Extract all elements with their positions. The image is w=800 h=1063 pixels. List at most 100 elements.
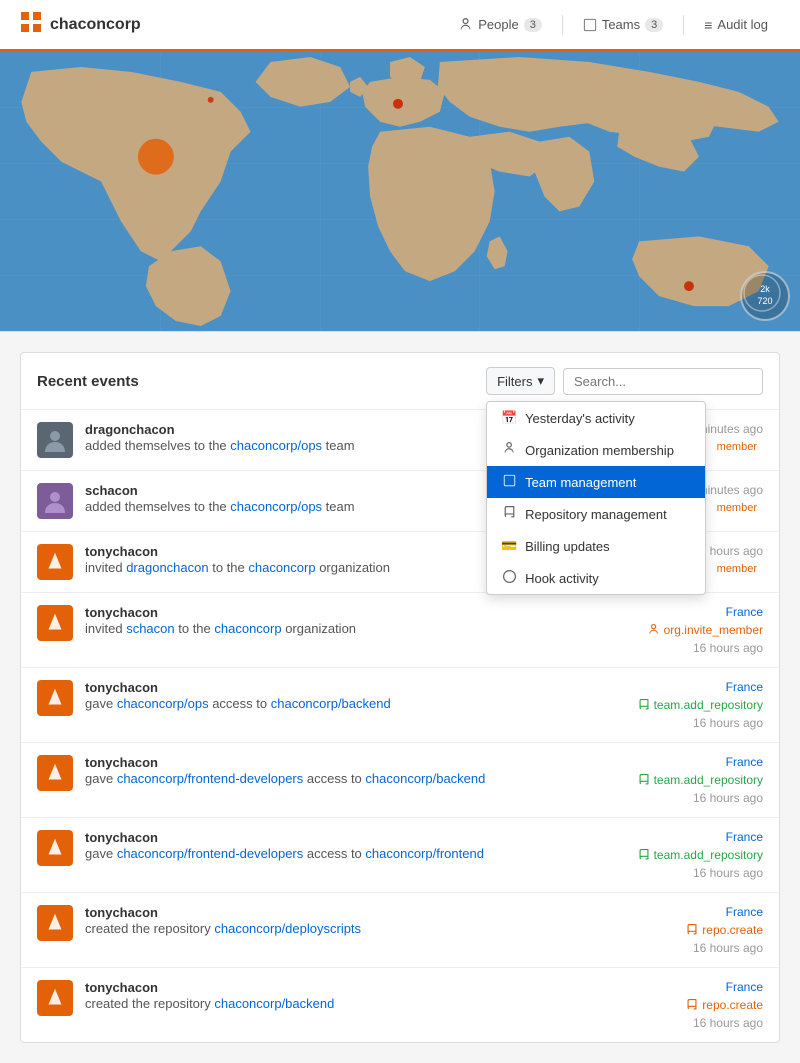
event-actor: tonychacon — [85, 544, 158, 559]
audit-icon: ≡ — [704, 17, 712, 33]
event-link[interactable]: dragonchacon — [126, 560, 208, 575]
event-link[interactable]: chaconcorp — [248, 560, 315, 575]
filter-dropdown: 📅 Yesterday's activity Organization memb… — [486, 401, 706, 595]
hook-icon — [501, 570, 517, 586]
event-meta: France team.add_repository 16 hours ago — [603, 830, 763, 880]
nav-divider-2 — [683, 15, 684, 35]
event-time: 16 hours ago — [693, 1016, 763, 1030]
dropdown-item-billing[interactable]: 💳 Billing updates — [487, 530, 705, 562]
dropdown-item-org-membership[interactable]: Organization membership — [487, 434, 705, 466]
event-description: gave chaconcorp/frontend-developers acce… — [85, 771, 591, 786]
audit-log-nav-item[interactable]: ≡ Audit log — [692, 11, 780, 39]
avatar — [37, 980, 73, 1016]
event-meta: France team.add_repository 16 hours ago — [603, 680, 763, 730]
event-actor: tonychacon — [85, 905, 158, 920]
search-input[interactable] — [563, 368, 763, 395]
logo-icon — [20, 11, 42, 39]
dropdown-item-yesterday[interactable]: 📅 Yesterday's activity — [487, 402, 705, 434]
event-content: tonychacon invited schacon to the chacon… — [85, 605, 591, 636]
event-link[interactable]: chaconcorp/frontend — [365, 846, 484, 861]
event-time: 16 hours ago — [693, 941, 763, 955]
event-link[interactable]: schacon — [126, 621, 174, 636]
dropdown-item-label: Yesterday's activity — [525, 411, 635, 426]
avatar — [37, 483, 73, 519]
filter-dropdown-container: Filters ▾ 📅 Yesterday's activity — [486, 367, 555, 395]
event-location: France — [726, 830, 763, 844]
event-meta: France repo.create 16 hours ago — [603, 980, 763, 1030]
avatar — [37, 544, 73, 580]
teams-nav-item[interactable]: Teams 3 — [571, 11, 675, 38]
people-label: People — [478, 17, 518, 32]
avatar-image — [43, 686, 67, 710]
event-link[interactable]: chaconcorp/deployscripts — [214, 921, 361, 936]
event-link[interactable]: chaconcorp/backend — [214, 996, 334, 1011]
event-action-badge: member — [711, 440, 763, 454]
events-header: Recent events Filters ▾ 📅 Yesterday's ac… — [21, 353, 779, 410]
audit-label: Audit log — [717, 17, 768, 32]
event-description: gave chaconcorp/ops access to chaconcorp… — [85, 696, 591, 711]
people-nav-item[interactable]: People 3 — [447, 11, 554, 38]
people-icon — [459, 18, 473, 32]
event-description: created the repository chaconcorp/backen… — [85, 996, 591, 1011]
teams-count: 3 — [645, 18, 663, 32]
dropdown-item-repo-mgmt[interactable]: Repository management — [487, 498, 705, 530]
event-link[interactable]: chaconcorp/ops — [117, 696, 209, 711]
filter-button[interactable]: Filters ▾ — [486, 367, 555, 395]
event-action-badge: member — [711, 562, 763, 576]
logo[interactable]: chaconcorp — [20, 11, 141, 39]
event-link[interactable]: chaconcorp — [214, 621, 281, 636]
event-description: invited schacon to the chaconcorp organi… — [85, 621, 591, 636]
event-content: tonychacon gave chaconcorp/ops access to… — [85, 680, 591, 711]
event-content: tonychacon created the repository chacon… — [85, 980, 591, 1011]
dropdown-item-team-mgmt[interactable]: Team management — [487, 466, 705, 498]
repo-icon — [501, 506, 517, 522]
event-item: tonychacon gave chaconcorp/frontend-deve… — [21, 743, 779, 818]
map-svg — [0, 52, 800, 331]
people-count: 3 — [524, 18, 542, 32]
event-link[interactable]: chaconcorp/ops — [230, 438, 322, 453]
event-actor: tonychacon — [85, 830, 158, 845]
event-content: tonychacon gave chaconcorp/frontend-deve… — [85, 830, 591, 861]
dropdown-item-label: Organization membership — [525, 443, 674, 458]
event-item: tonychacon gave chaconcorp/frontend-deve… — [21, 818, 779, 893]
event-action: team.add_repository — [638, 773, 763, 787]
event-action: team.add_repository — [638, 848, 763, 862]
avatar-image — [43, 836, 67, 860]
event-link[interactable]: chaconcorp/frontend-developers — [117, 771, 303, 786]
action-icon — [638, 849, 650, 861]
dropdown-item-hook[interactable]: Hook activity — [487, 562, 705, 594]
event-location: France — [726, 680, 763, 694]
event-link[interactable]: chaconcorp/backend — [271, 696, 391, 711]
event-description: created the repository chaconcorp/deploy… — [85, 921, 591, 936]
avatar — [37, 755, 73, 791]
event-content: tonychacon gave chaconcorp/frontend-deve… — [85, 755, 591, 786]
event-action: org.invite_member — [648, 623, 763, 637]
event-item: tonychacon created the repository chacon… — [21, 893, 779, 968]
event-action: team.add_repository — [638, 698, 763, 712]
action-icon — [686, 999, 698, 1011]
event-link[interactable]: chaconcorp/backend — [365, 771, 485, 786]
event-action: repo.create — [686, 998, 763, 1012]
dropdown-item-label: Repository management — [525, 507, 667, 522]
avatar — [37, 605, 73, 641]
event-meta: France repo.create 16 hours ago — [603, 905, 763, 955]
event-actor: schacon — [85, 483, 138, 498]
event-actor: tonychacon — [85, 680, 158, 695]
teams-icon — [583, 18, 597, 32]
avatar-image — [43, 550, 67, 574]
event-link[interactable]: chaconcorp/ops — [230, 499, 322, 514]
event-item: tonychacon invited schacon to the chacon… — [21, 593, 779, 668]
avatar-image — [43, 611, 67, 635]
event-content: tonychacon created the repository chacon… — [85, 905, 591, 936]
org-name: chaconcorp — [50, 16, 141, 34]
event-location: France — [726, 755, 763, 769]
events-section: Recent events Filters ▾ 📅 Yesterday's ac… — [20, 352, 780, 1043]
action-icon — [638, 699, 650, 711]
event-link[interactable]: chaconcorp/frontend-developers — [117, 846, 303, 861]
avatar-image — [43, 986, 67, 1010]
header: chaconcorp People 3 Teams 3 ≡ Audit log — [0, 0, 800, 52]
events-title: Recent events — [37, 373, 139, 390]
event-location: France — [726, 605, 763, 619]
event-item: tonychacon gave chaconcorp/ops access to… — [21, 668, 779, 743]
event-time: 16 hours ago — [693, 866, 763, 880]
